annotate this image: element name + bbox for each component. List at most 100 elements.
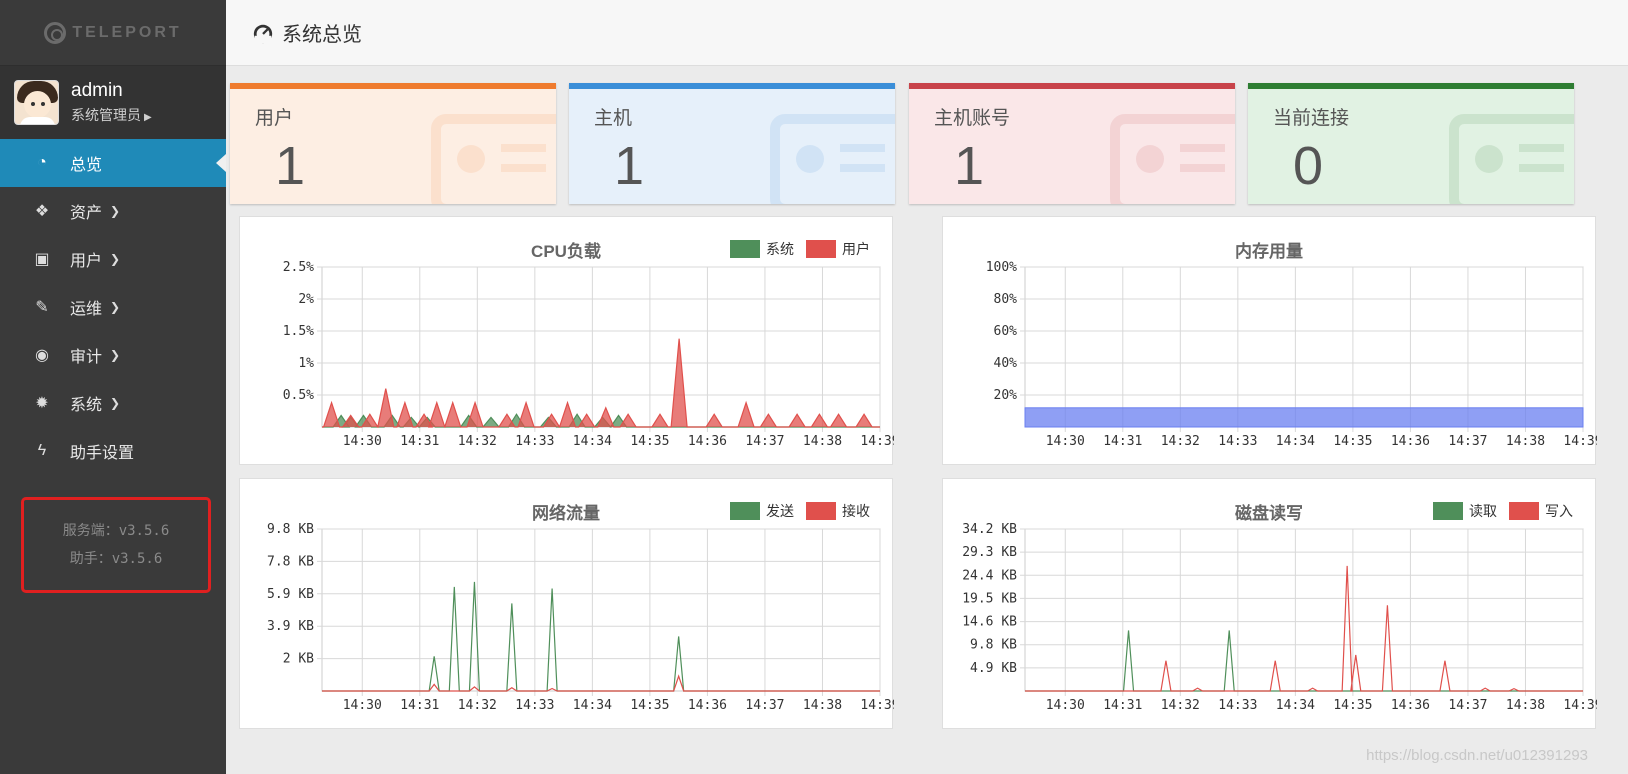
- stat-card-2[interactable]: 主机账号 1: [909, 83, 1235, 204]
- x-tick-label: 14:38: [803, 434, 842, 449]
- x-tick-label: 14:31: [400, 698, 439, 713]
- x-tick-label: 14:37: [1448, 434, 1487, 449]
- gauge-icon: [253, 24, 273, 43]
- y-tick-label: 80%: [994, 292, 1018, 307]
- memory-chart-panel: 内存用量 100% 80% 60% 40% 20% 14:30 14:31 14:32 14:3…: [942, 216, 1597, 465]
- y-tick-label: 1%: [298, 356, 314, 371]
- caret-right-icon: ▶: [144, 112, 152, 123]
- x-tick-label: 14:34: [573, 698, 612, 713]
- cubes-icon: ❖: [34, 203, 50, 220]
- y-tick-label: 60%: [994, 324, 1018, 339]
- x-tick-label: 14:38: [1506, 698, 1545, 713]
- x-tick-label: 14:32: [1161, 698, 1200, 713]
- x-tick-label: 14:36: [1391, 434, 1430, 449]
- plot-area: [321, 266, 881, 428]
- sidebar-item-label: 用户: [70, 253, 103, 270]
- x-tick-label: 14:36: [1391, 698, 1430, 713]
- y-tick-label: 2.5%: [283, 260, 314, 275]
- plot-area: [1024, 528, 1584, 692]
- sidebar-item-2[interactable]: ▣ 用户 ❯: [0, 235, 226, 283]
- network-chart: 9.8 KB 7.8 KB 5.9 KB 3.9 KB 2 KB 14:30 14:31 14…: [267, 522, 894, 713]
- x-tick-label: 14:32: [458, 434, 497, 449]
- sidebar-item-3[interactable]: ✎ 运维 ❯: [0, 283, 226, 331]
- cpu-chart-panel: CPU负载 系统 用户 2.5% 2% 1.5% 1% 0.5% 14:30 14:31 14…: [239, 216, 894, 465]
- x-tick-label: 14:30: [343, 434, 382, 449]
- assist-version: 助手：v3.5.6: [69, 551, 163, 567]
- chevron-right-icon: ❯: [110, 348, 121, 362]
- y-tick-label: 5.9 KB: [267, 587, 314, 602]
- user-panel[interactable]: admin 系统管理员 ▶: [0, 66, 226, 139]
- y-tick-label: 3.9 KB: [267, 619, 314, 634]
- version-info: 服务端：v3.5.6 助手：v3.5.6: [21, 497, 211, 593]
- main-content: 系统总览 用户 1 主机 1 主机账号 1 当前连接 0 CPU负载 系统 用户 2.5% 2%…: [226, 0, 1628, 774]
- x-tick-label: 14:39: [1563, 698, 1597, 713]
- y-tick-label: 9.8 KB: [267, 522, 314, 537]
- teleport-logo-icon: [44, 21, 67, 44]
- sidebar-item-1[interactable]: ❖ 资产 ❯: [0, 187, 226, 235]
- x-tick-label: 14:30: [1046, 698, 1085, 713]
- stat-value: 1: [954, 136, 985, 196]
- disk-chart: 34.2 KB 29.3 KB 24.4 KB 19.5 KB 14.6 KB 9.8 K…: [962, 522, 1597, 713]
- sidebar-item-5[interactable]: ✹ 系统 ❯: [0, 379, 226, 427]
- gauge-icon: ◔: [37, 154, 47, 171]
- x-tick-label: 14:30: [343, 698, 382, 713]
- disk-chart-panel: 磁盘读写 读取 写入 34.2 KB 29.3 KB 24.4 KB 19.5 KB 1…: [942, 478, 1597, 729]
- x-tick-label: 14:31: [1103, 698, 1142, 713]
- y-tick-label: 2 KB: [283, 652, 314, 667]
- x-tick-label: 14:38: [1506, 434, 1545, 449]
- brand-logo[interactable]: TELEPORT: [0, 0, 226, 66]
- x-tick-label: 14:36: [688, 698, 727, 713]
- bolt-icon: ϟ: [37, 442, 47, 459]
- x-tick-label: 14:39: [1563, 434, 1597, 449]
- x-tick-label: 14:37: [745, 434, 784, 449]
- x-tick-label: 14:33: [1218, 434, 1257, 449]
- chevron-right-icon: ❯: [110, 252, 121, 266]
- x-tick-label: 14:30: [1046, 434, 1085, 449]
- plot-area: [1024, 266, 1584, 428]
- y-tick-label: 4.9 KB: [970, 661, 1017, 676]
- wrench-icon: ✎: [35, 299, 49, 316]
- page-header: 系统总览: [226, 0, 1628, 66]
- y-tick-label: 40%: [994, 356, 1018, 371]
- id-card-icon: [431, 114, 556, 204]
- x-tick-label: 14:32: [458, 698, 497, 713]
- sidebar-item-label: 审计: [70, 349, 103, 366]
- sidebar-item-0[interactable]: ◔ 总览: [0, 139, 226, 187]
- stat-card-1[interactable]: 主机 1: [569, 83, 895, 204]
- stat-value: 1: [614, 136, 645, 196]
- y-tick-label: 0.5%: [283, 388, 314, 403]
- y-tick-label: 29.3 KB: [962, 545, 1017, 560]
- sidebar: TELEPORT admin 系统管理员 ▶ ◔ 总览 ❖ 资产 ❯ ▣ 用户 ❯ ✎ 运维 ❯ ◉ 审计…: [0, 0, 226, 774]
- page-title: 系统总览: [282, 24, 362, 46]
- x-tick-label: 14:35: [1333, 434, 1372, 449]
- server-version: 服务端：v3.5.6: [62, 523, 170, 539]
- cubes-icon: [770, 114, 895, 204]
- x-tick-label: 14:37: [1448, 698, 1487, 713]
- chevron-right-icon: ❯: [110, 300, 121, 314]
- stat-value: 0: [1293, 136, 1324, 196]
- x-tick-label: 14:38: [803, 698, 842, 713]
- stat-title: 当前连接: [1273, 108, 1350, 129]
- y-tick-label: 1.5%: [283, 324, 314, 339]
- stat-title: 主机: [594, 108, 633, 129]
- stat-card-0[interactable]: 用户 1: [230, 83, 556, 204]
- user-role[interactable]: 系统管理员 ▶: [71, 105, 152, 125]
- chevron-right-icon: ❯: [110, 396, 121, 410]
- y-tick-label: 34.2 KB: [962, 522, 1017, 537]
- sidebar-item-6[interactable]: ϟ 助手设置: [0, 427, 226, 475]
- y-tick-label: 7.8 KB: [267, 554, 314, 569]
- sidebar-item-4[interactable]: ◉ 审计 ❯: [0, 331, 226, 379]
- watermark: https://blog.csdn.net/u012391293: [1366, 747, 1588, 764]
- plot-area: [321, 528, 881, 692]
- stat-title: 主机账号: [934, 108, 1011, 129]
- sidebar-item-label: 总览: [70, 157, 103, 174]
- brand-logo-text: TELEPORT: [72, 23, 182, 41]
- y-tick-label: 20%: [994, 388, 1018, 403]
- x-tick-label: 14:39: [860, 434, 894, 449]
- stat-card-3[interactable]: 当前连接 0: [1248, 83, 1574, 204]
- x-tick-label: 14:37: [745, 698, 784, 713]
- sidebar-nav: ◔ 总览 ❖ 资产 ❯ ▣ 用户 ❯ ✎ 运维 ❯ ◉ 审计 ❯ ✹ 系统 ❯ ϟ 助手设置: [0, 139, 226, 475]
- chevron-right-icon: ❯: [110, 204, 121, 218]
- x-tick-label: 14:35: [1333, 698, 1372, 713]
- x-tick-label: 14:35: [630, 434, 669, 449]
